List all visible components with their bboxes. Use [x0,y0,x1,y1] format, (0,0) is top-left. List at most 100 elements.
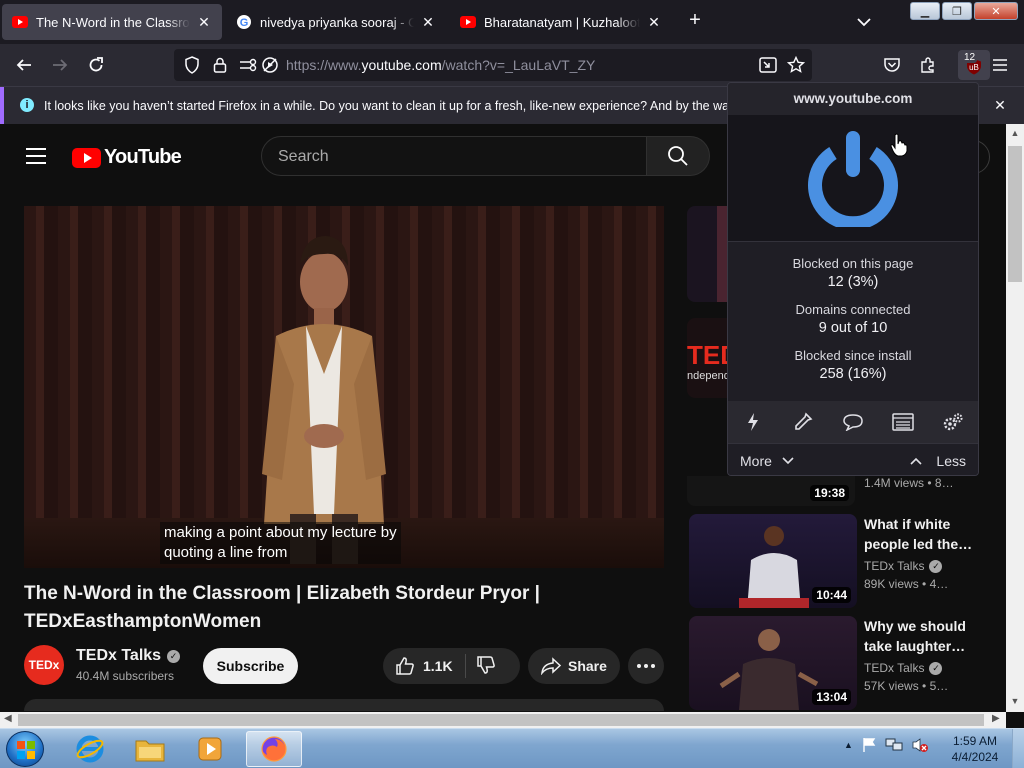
recommendation-channel[interactable]: TEDx Talks ✓ [864,559,943,573]
video-player[interactable]: making a point about my lecture by quoti… [24,206,664,568]
autoplay-blocked-icon[interactable] [258,53,282,77]
recommendation-title[interactable]: What if white people led the… [864,514,984,554]
guide-menu-icon[interactable] [26,148,46,164]
network-icon[interactable] [885,737,903,753]
share-label: Share [568,658,607,674]
volume-muted-icon[interactable] [911,737,929,753]
tab-nword-classroom[interactable]: The N-Word in the Classroom | ✕ [2,4,222,40]
system-clock[interactable]: 1:59 AM 4/4/2024 [944,733,1006,765]
back-button[interactable] [12,53,36,77]
recommendation-thumbnail[interactable]: 13:04 [689,616,857,710]
tab-google-search[interactable]: G nivedya priyanka sooraj - Google ✕ [226,4,446,40]
description-box[interactable] [24,699,664,711]
internet-explorer-taskbar-button[interactable] [62,731,118,767]
recommendation-title[interactable]: Why we should take laughter… [864,616,984,656]
scroll-down-arrow-icon[interactable]: ▼ [1010,696,1020,706]
channel-name-text: TEDx Talks [864,559,925,573]
url-path: /watch?v=_LauLaVT_ZY [441,57,596,73]
media-player-taskbar-button[interactable] [182,731,238,767]
url-host: youtube.com [361,57,442,73]
lock-icon[interactable] [208,53,232,77]
forward-arrow-icon [53,59,68,71]
youtube-icon [460,14,476,30]
more-button[interactable]: More [740,453,794,469]
thumbnail-art [717,206,727,302]
ublock-origin-button[interactable]: uB 12 [958,50,990,80]
less-button[interactable]: Less [910,453,966,469]
firefox-taskbar-button[interactable] [246,731,302,767]
recommendation-thumbnail[interactable]: 19:38 [687,476,855,506]
popup-toolbar [728,401,978,443]
subscribe-button[interactable]: Subscribe [203,648,298,684]
stat-value: 9 out of 10 [818,320,888,336]
dislike-button[interactable] [476,655,496,678]
tab-strip: The N-Word in the Classroom | ✕ G nivedy… [0,0,1024,44]
start-button[interactable] [6,731,44,767]
channel-name[interactable]: TEDx Talks ✓ [76,647,181,665]
upload-age: • 4… [922,577,949,591]
restore-button[interactable]: ❐ [942,2,972,20]
folder-icon [135,740,165,762]
forward-button[interactable] [48,53,72,77]
close-tab-icon[interactable]: ✕ [420,14,436,30]
reload-button[interactable] [84,53,108,77]
bookmark-star-icon[interactable] [784,53,808,77]
close-tab-icon[interactable]: ✕ [196,14,212,30]
list-all-tabs-button[interactable] [854,12,874,32]
lightning-icon[interactable] [741,410,765,434]
like-count: 1.1K [423,658,453,674]
search-button[interactable] [646,136,710,176]
extensions-puzzle-icon[interactable] [916,53,940,77]
show-hidden-icons-icon[interactable]: ▲ [844,740,853,750]
recommendation-meta: 1.4M views • 8… [864,476,954,490]
channel-name-text: TEDx Talks [76,647,162,664]
video-duration: 19:38 [810,485,849,501]
picture-in-picture-icon[interactable] [756,53,780,77]
app-menu-button[interactable] [988,53,1012,77]
logger-list-icon[interactable] [891,410,915,434]
permissions-icon[interactable] [236,53,260,77]
share-button[interactable]: Share [528,648,620,684]
scrollbar-thumb[interactable] [1008,146,1022,282]
vertical-scrollbar[interactable]: ▲ ▼ [1006,124,1024,712]
internet-explorer-icon [76,735,104,763]
channel-name-text: TEDx Talks [864,661,925,675]
stat-blocked-install: Blocked since install 258 (16%) [728,346,978,384]
minimize-button[interactable]: ▁ [910,2,940,20]
tab-bharatanatyam[interactable]: Bharatanatyam | Kuzhaloothi m ✕ [450,4,672,40]
power-button-icon[interactable] [807,129,899,227]
scroll-right-arrow-icon[interactable]: ▶ [992,713,1000,724]
show-desktop-button[interactable] [1012,729,1024,768]
more-actions-button[interactable] [628,648,664,684]
horizontal-scrollbar[interactable]: ◀ ▶ [0,712,1006,728]
search-input[interactable]: Search [261,136,647,176]
close-notification-button[interactable]: ✕ [992,97,1008,113]
new-tab-button[interactable]: + [684,10,706,32]
firefox-icon [261,736,287,762]
like-divider [464,654,466,678]
recommendation-thumbnail[interactable]: 10:44 [689,514,857,608]
url-bar[interactable]: https://www.youtube.com/watch?v=_LauLaVT… [174,49,812,81]
tracking-shield-icon[interactable] [180,53,204,77]
close-tab-icon[interactable]: ✕ [646,14,662,30]
scrollbar-thumb[interactable] [18,714,984,726]
like-button[interactable]: 1.1K [383,656,453,676]
like-dislike-group: 1.1K [383,648,520,684]
eyedropper-icon[interactable] [791,410,815,434]
action-center-flag-icon[interactable] [861,737,877,753]
channel-avatar[interactable]: TEDx [24,645,64,685]
youtube-logo[interactable]: YouTube [72,146,182,169]
settings-gears-icon[interactable] [941,410,965,434]
scroll-left-arrow-icon[interactable]: ◀ [4,713,12,724]
close-window-button[interactable]: ✕ [974,2,1018,20]
view-count: 57K views [864,679,919,693]
svg-text:uB: uB [969,63,979,72]
scroll-up-arrow-icon[interactable]: ▲ [1010,128,1020,138]
speech-bubble-icon[interactable] [841,410,865,434]
recommendation-channel[interactable]: TEDx Talks ✓ [864,661,943,675]
file-explorer-taskbar-button[interactable] [122,731,178,767]
pocket-icon[interactable] [880,53,904,77]
stat-value: 258 (16%) [819,366,887,382]
notification-message: It looks like you haven’t started Firefo… [44,99,767,113]
speaker-thumbnail-art [719,629,819,710]
